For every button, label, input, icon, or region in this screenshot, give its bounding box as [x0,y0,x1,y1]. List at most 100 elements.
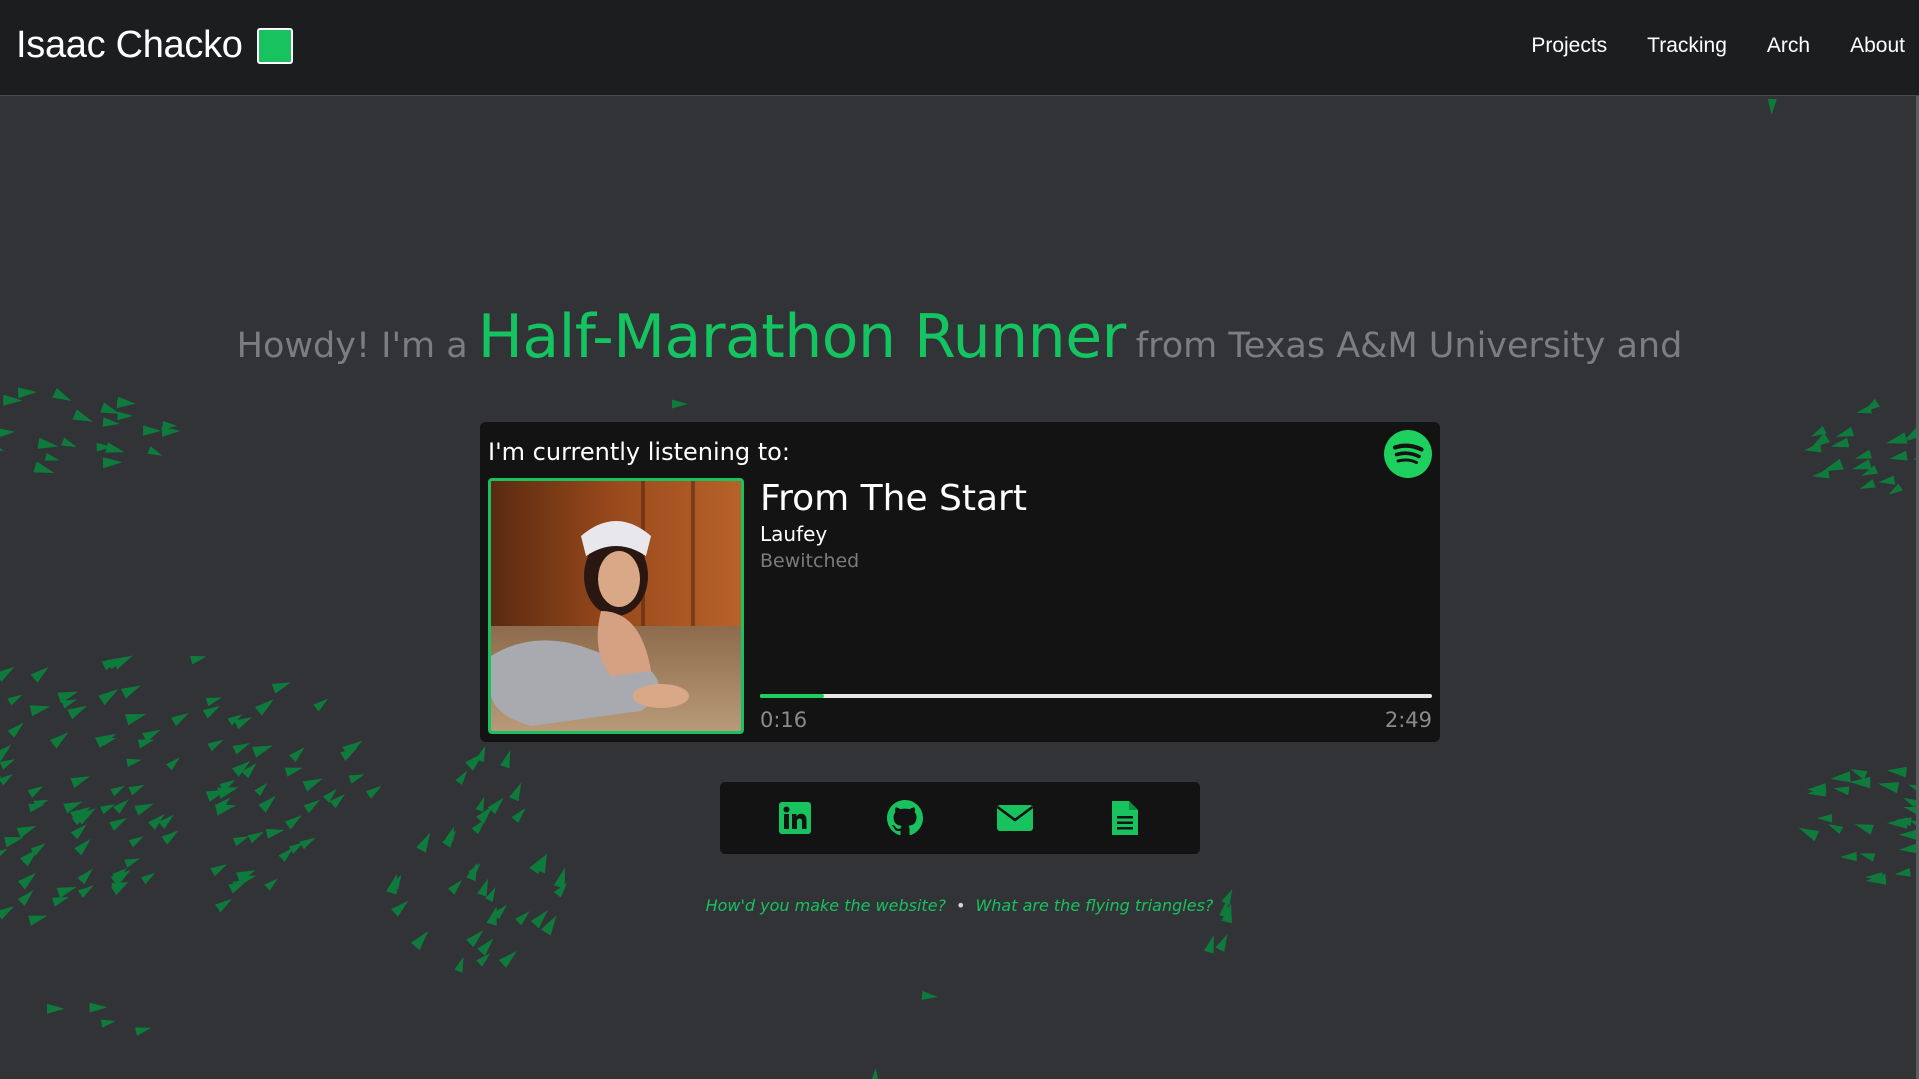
hero-prefix: Howdy! I'm a [236,326,468,366]
brand[interactable]: Isaac Chacko [16,24,293,67]
email-icon[interactable] [996,803,1034,833]
flying-triangle [214,804,237,816]
footer-links: How'd you make the website? • What are the… [0,896,1919,915]
flying-triangle [1833,786,1850,796]
flying-triangle [232,743,250,755]
flying-triangle [871,1068,878,1079]
flying-triangle [476,953,491,967]
flying-triangle [16,825,37,838]
github-link[interactable] [885,798,925,838]
flying-triangle [553,867,565,889]
now-playing-card[interactable]: I'm currently listening to: From The Sta… [480,422,1440,742]
flying-triangle [147,446,163,456]
flying-triangle [28,915,48,926]
track-album: Bewitched [760,550,860,572]
flying-triangle [511,808,526,823]
flying-triangle [672,399,688,409]
flying-triangle [1854,449,1872,459]
flying-triangle [109,818,128,831]
flying-triangle [105,442,125,453]
flying-triangle [166,757,180,771]
flying-triangle [27,785,44,798]
flying-triangles-link[interactable]: What are the flying triangles? [975,896,1213,915]
social-links-bar [720,782,1200,854]
flying-triangle [72,409,93,422]
flying-triangle [49,732,69,749]
flying-triangle [100,804,116,815]
flying-triangle [134,803,154,816]
flying-triangle [1203,934,1214,954]
album-cover-image [491,481,741,731]
resume-document-icon[interactable] [1110,799,1140,837]
flying-triangle [445,826,455,842]
flying-triangle [1854,824,1874,835]
linkedin-link[interactable] [775,798,815,838]
playback-progress-bar [760,694,1432,698]
how-made-website-link[interactable]: How'd you make the website? [706,896,946,915]
hero-headline: Howdy! I'm a Half-Marathon Runner from Tex… [0,302,1919,372]
flying-triangle [1828,824,1844,835]
flying-triangle [1840,851,1857,862]
brand-name[interactable]: Isaac Chacko [16,24,243,67]
flying-triangle [477,878,489,897]
flying-triangle [264,878,278,891]
flying-triangle [162,421,178,430]
flying-triangle [52,388,72,401]
flying-triangle [348,774,365,784]
flying-triangle [61,437,77,448]
spotify-icon[interactable] [1384,430,1432,478]
flying-triangle [7,722,24,738]
flying-triangle [126,758,142,767]
nav-link-about[interactable]: About [1850,34,1905,58]
flying-triangle [1836,426,1855,437]
linkedin-icon[interactable] [778,801,812,835]
flying-triangle [1878,782,1900,794]
flying-triangle [0,759,16,770]
flying-triangle [1886,817,1908,829]
flying-triangle [70,824,87,840]
flying-triangle [29,705,51,717]
hero-role: Half-Marathon Runner [477,302,1127,372]
flying-triangle [254,782,268,797]
navbar: Isaac Chacko Projects Tracking Arch Abou… [0,0,1919,96]
flying-triangle [143,425,162,436]
flying-triangle [44,452,60,461]
flying-triangle [1863,398,1880,412]
flying-triangle [121,685,141,699]
nav-link-projects[interactable]: Projects [1531,34,1607,58]
flying-triangle [17,387,38,399]
flying-triangle [284,815,302,830]
time-elapsed: 0:16 [760,708,808,732]
flying-triangle [0,666,15,682]
flying-triangle [475,796,485,812]
flying-triangle [455,770,468,785]
flying-triangle [128,784,145,796]
flying-triangle [113,799,129,814]
flying-triangle [284,767,303,777]
flying-triangle [134,1027,152,1036]
flying-triangle [61,699,77,709]
flying-triangle [0,773,13,786]
track-artist: Laufey [760,522,828,546]
email-link[interactable] [995,798,1035,838]
flying-triangle [205,697,222,707]
flying-triangle [1894,867,1911,877]
footer-separator: • [956,896,966,915]
nav-link-arch[interactable]: Arch [1767,34,1810,58]
flying-triangle [74,838,91,856]
flying-triangle [17,872,37,890]
flying-triangle [37,437,59,449]
flying-triangle [477,938,494,956]
flying-triangle [161,830,179,845]
flying-triangle [416,832,431,853]
nav-link-tracking[interactable]: Tracking [1647,34,1727,58]
resume-link[interactable] [1105,798,1145,838]
flying-triangle [47,1003,65,1014]
flying-triangle [210,864,227,877]
flying-triangle [365,785,382,799]
flying-triangle [271,682,291,694]
flying-triangle [77,868,93,885]
github-icon[interactable] [887,800,923,836]
flying-triangle [1767,98,1777,115]
flying-triangle [410,931,429,951]
